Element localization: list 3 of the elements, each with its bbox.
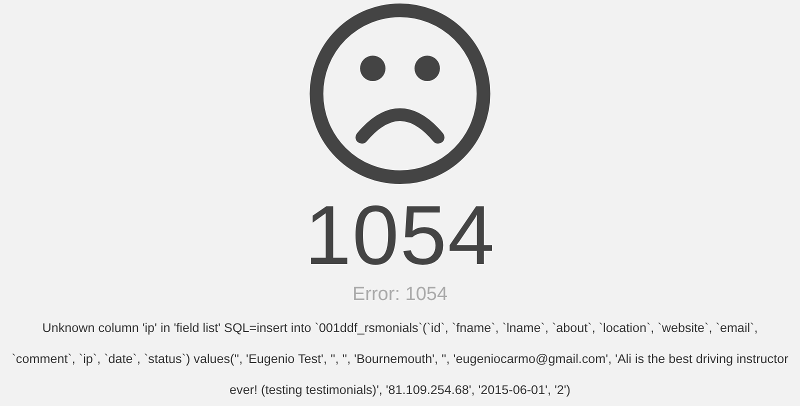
error-title: Error: 1054 — [352, 282, 448, 306]
error-code: 1054 — [304, 192, 496, 276]
error-message: Unknown column 'ip' in 'field list' SQL=insert into `001ddf_rsmonials`(`id`, `fname`, `lname`, `about`, `location`, `website`, `email`, `comment`, `ip`, `date`, `status`) values('', 'Eugenio Test', '', '', 'Bournemouth', '', 'eugeniocarmo@gmail.com', 'Ali is the best driving instructor ever! (testing testimonials)', '81.109.254.68', '2015-06-01', '2') — [10, 320, 790, 399]
